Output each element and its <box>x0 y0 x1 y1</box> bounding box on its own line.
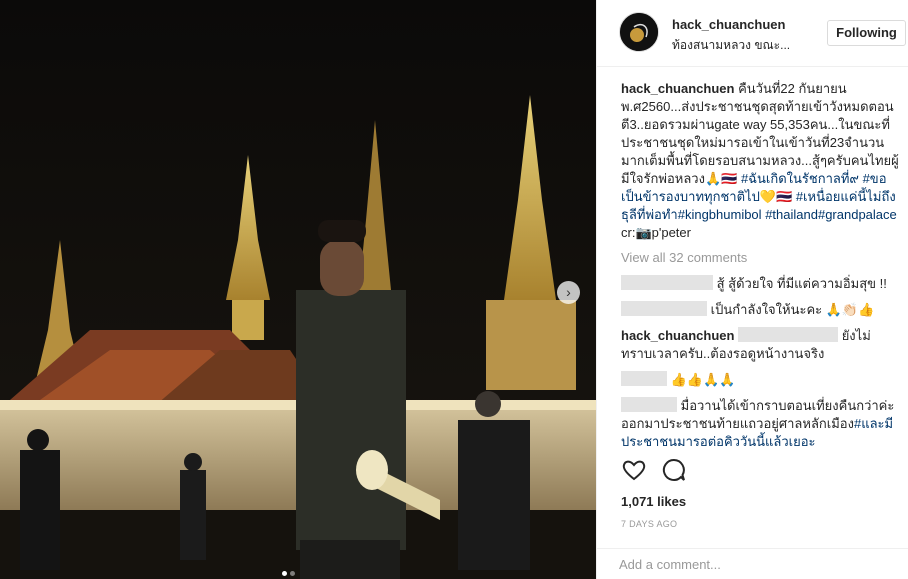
post-username[interactable]: hack_chuanchuen <box>672 17 785 32</box>
caption-credit: cr:📷p'peter <box>621 225 691 240</box>
likes-count[interactable]: 1,071 likes <box>621 494 686 509</box>
hashtag[interactable]: #thailand <box>765 207 818 222</box>
comment-text: 👍👍🙏🙏 <box>670 372 736 387</box>
heart-icon[interactable] <box>621 457 647 483</box>
post-date: 7 DAYS AGO <box>621 519 678 529</box>
carousel-dots <box>282 571 295 576</box>
add-comment-bar <box>597 548 908 579</box>
carousel-dot <box>282 571 287 576</box>
comment-item: hack_chuanchuen ยังไม่ทราบเวลาครับ..ต้อง… <box>621 327 901 363</box>
redacted-username <box>621 275 713 290</box>
view-all-comments-link[interactable]: View all 32 comments <box>621 249 901 267</box>
post-actions <box>621 457 687 483</box>
comment-text: สู้ สู้ด้วยใจ ที่มีแต่ความอิ่มสุข !! <box>716 276 887 291</box>
avatar[interactable] <box>619 12 659 52</box>
caption-username[interactable]: hack_chuanchuen <box>621 81 734 96</box>
redacted-mention <box>738 327 839 342</box>
instagram-post-modal: › hack_chuanchuen ท้องสนามหลวง ขณะ... Fo… <box>0 0 908 579</box>
post-caption: hack_chuanchuen คืนวันที่22 กันยายน พ.ศ2… <box>621 80 901 242</box>
hashtag[interactable]: #ฉันเกิดในรัชกาลที่๙ <box>741 171 859 186</box>
redacted-username <box>621 397 677 412</box>
comment-icon[interactable] <box>661 457 687 483</box>
redacted-username <box>621 371 667 386</box>
hashtag[interactable]: #kingbhumibol <box>678 207 762 222</box>
comment-item: สู้ สู้ด้วยใจ ที่มีแต่ความอิ่มสุข !! <box>621 275 901 293</box>
following-button[interactable]: Following <box>827 20 906 46</box>
comment-item: 👍👍🙏🙏 <box>621 371 901 389</box>
hashtag[interactable]: #grandpalace <box>818 207 897 222</box>
post-details-panel: hack_chuanchuen ท้องสนามหลวง ขณะ... Foll… <box>596 0 908 579</box>
comment-text: เป็นกำลังใจให้นะคะ 🙏👏🏻👍 <box>710 302 875 317</box>
comment-item: เป็นกำลังใจให้นะคะ 🙏👏🏻👍 <box>621 301 901 319</box>
add-comment-input[interactable] <box>619 557 879 572</box>
post-photo[interactable]: › <box>0 0 596 579</box>
comment-username[interactable]: hack_chuanchuen <box>621 328 734 343</box>
comments-list: hack_chuanchuen คืนวันที่22 กันยายน พ.ศ2… <box>621 80 901 448</box>
post-header: hack_chuanchuen ท้องสนามหลวง ขณะ... Foll… <box>597 0 908 67</box>
photo-illustration <box>0 0 596 579</box>
chevron-right-icon[interactable]: › <box>557 281 580 304</box>
post-location[interactable]: ท้องสนามหลวง ขณะ... <box>672 36 790 55</box>
caption-emoji: 💛🇹🇭 <box>759 189 793 204</box>
comment-item: มื่อวานได้เข้ากราบตอนเที่ยงคืนกว่าค่ะออก… <box>621 397 901 448</box>
redacted-username <box>621 301 707 316</box>
carousel-dot <box>290 571 295 576</box>
